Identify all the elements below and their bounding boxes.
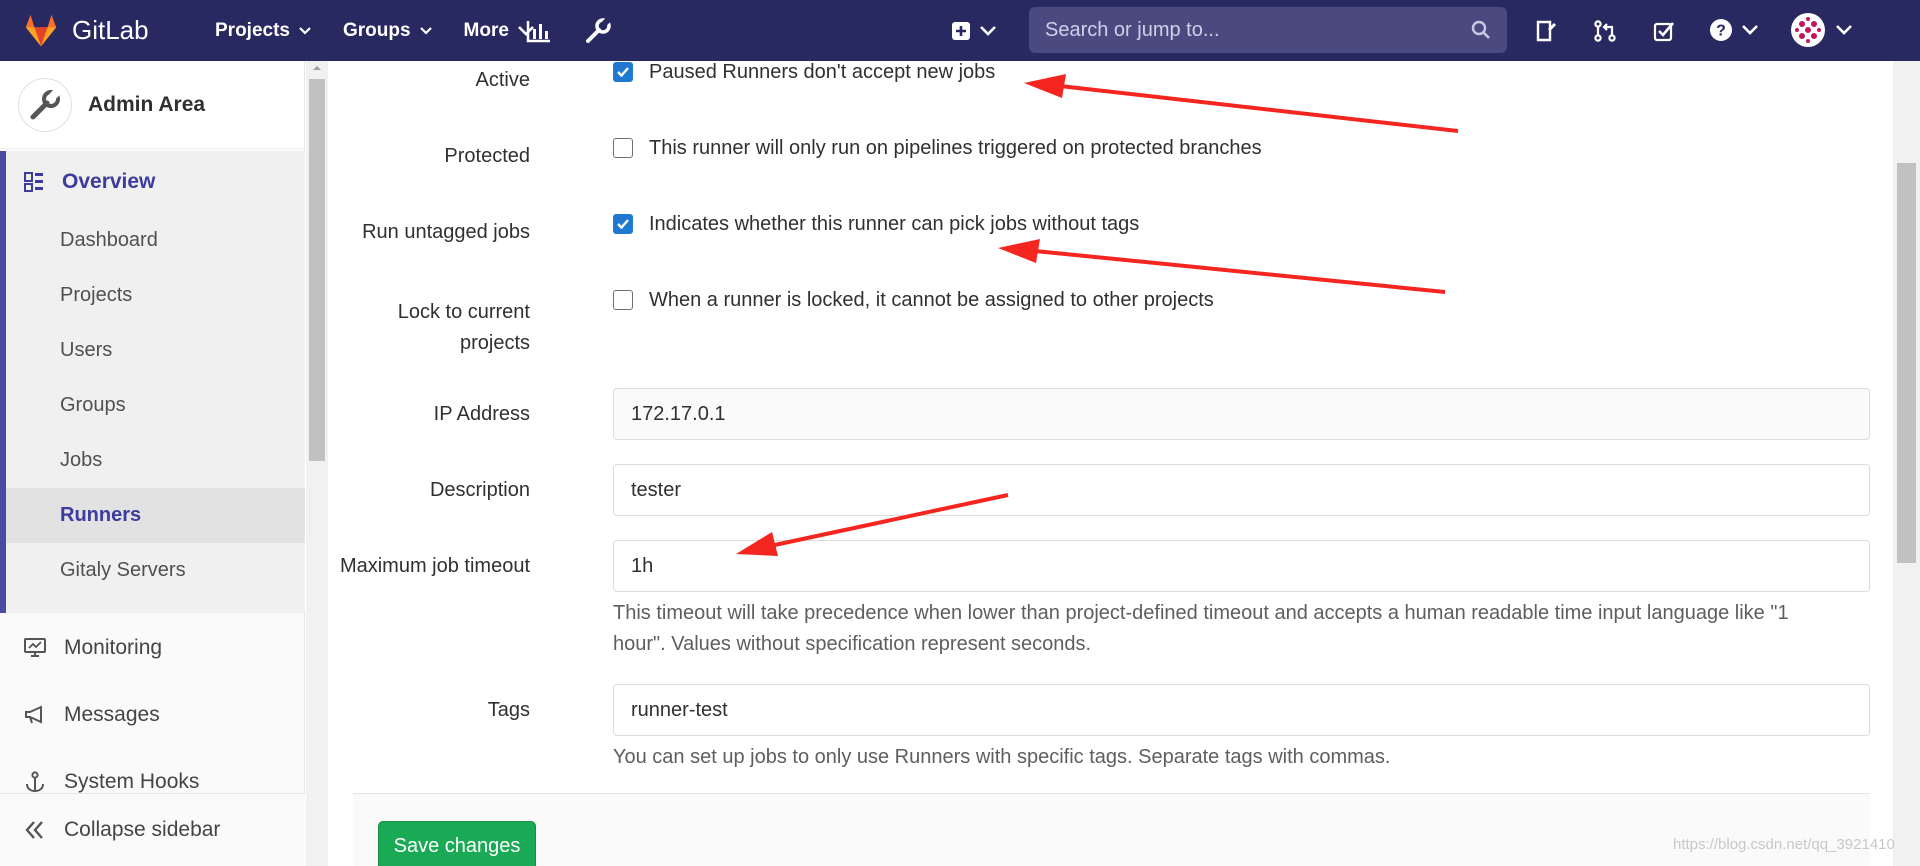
new-item-dropdown[interactable] (949, 19, 999, 43)
protected-checkbox-row[interactable]: This runner will only run on pipelines t… (613, 137, 1262, 160)
sidebar-item-runners[interactable]: Runners (6, 488, 305, 543)
lock-checkbox-text: When a runner is locked, it cannot be as… (649, 289, 1214, 311)
protected-label: Protected (444, 145, 530, 167)
projects-dropdown[interactable]: Projects (215, 20, 312, 42)
todos-icon[interactable] (1532, 17, 1560, 45)
active-checkbox[interactable] (613, 62, 633, 82)
description-label: Description (429, 479, 530, 501)
ip-address-label: IP Address (433, 403, 530, 425)
help-question-icon: ? (1710, 19, 1732, 41)
sidebar-item-messages[interactable]: Messages (0, 687, 305, 742)
merge-requests-icon[interactable] (1591, 17, 1619, 45)
overview-grid-icon (24, 172, 43, 192)
overview-section: Overview Dashboard Projects Users Groups… (0, 151, 305, 613)
collapse-sidebar-button[interactable]: Collapse sidebar (0, 793, 305, 866)
monitor-icon (24, 637, 46, 657)
sidebar-item-monitoring[interactable]: Monitoring (0, 620, 305, 675)
timeout-help-line1: This timeout will take precedence when l… (613, 602, 1789, 624)
projects-label: Projects (215, 19, 290, 41)
search-icon (1471, 20, 1490, 39)
user-avatar (1791, 13, 1825, 47)
megaphone-icon (25, 704, 42, 724)
active-checkbox-row[interactable]: Paused Runners don't accept new jobs (613, 61, 995, 84)
chevron-down-icon (1742, 25, 1758, 35)
top-navbar: GitLab Projects Groups More ? (0, 0, 1920, 61)
max-timeout-input[interactable]: 1h (613, 540, 1870, 592)
active-label: Active (475, 69, 530, 91)
sidebar-scrollbar-thumb[interactable] (309, 79, 325, 461)
overview-label: Overview (62, 170, 156, 193)
chevron-down-icon (980, 26, 996, 36)
search-input[interactable] (1045, 18, 1471, 42)
sidebar-item-jobs[interactable]: Jobs (6, 433, 305, 488)
double-chevron-left-icon (25, 821, 43, 839)
help-dropdown[interactable]: ? (1708, 16, 1760, 44)
gitlab-logo-icon (25, 14, 57, 46)
chevron-down-icon (1836, 25, 1852, 35)
run-untagged-label: Run untagged jobs (362, 221, 530, 243)
chevron-down-icon (299, 26, 311, 35)
tags-label: Tags (487, 699, 530, 721)
lock-checkbox-row[interactable]: When a runner is locked, it cannot be as… (613, 289, 1214, 312)
ip-address-field: 172.17.0.1 (613, 388, 1870, 440)
collapse-sidebar-label: Collapse sidebar (64, 818, 221, 841)
page-scrollbar-thumb[interactable] (1897, 163, 1916, 563)
system-hooks-label: System Hooks (64, 769, 200, 793)
admin-avatar (18, 77, 72, 132)
scroll-up-arrow-icon (313, 66, 321, 70)
lock-checkbox[interactable] (613, 290, 633, 310)
sidebar-title: Admin Area (88, 92, 206, 116)
search-box[interactable] (1029, 7, 1507, 53)
admin-wrench-icon[interactable] (583, 16, 613, 46)
run-untagged-checkbox-text: Indicates whether this runner can pick j… (649, 213, 1140, 235)
more-label: More (463, 19, 509, 41)
max-timeout-label: Maximum job timeout (339, 555, 530, 577)
lock-label-line2: projects (459, 332, 530, 354)
wrench-icon (30, 87, 61, 119)
messages-label: Messages (64, 702, 160, 726)
lock-label-line1: Lock to current (397, 301, 530, 323)
sidebar-header[interactable]: Admin Area (0, 61, 304, 149)
groups-label: Groups (342, 19, 411, 41)
sidebar-item-projects[interactable]: Projects (6, 268, 305, 323)
run-untagged-checkbox[interactable] (613, 214, 633, 234)
page-scrollbar[interactable] (1893, 61, 1920, 866)
issues-check-icon[interactable] (1650, 17, 1678, 45)
activity-chart-icon[interactable] (525, 17, 553, 45)
run-untagged-checkbox-row[interactable]: Indicates whether this runner can pick j… (613, 213, 1139, 236)
plus-square-icon (952, 22, 970, 40)
checkmark-icon (617, 219, 629, 230)
checkmark-icon (617, 67, 629, 78)
sidebar-item-users[interactable]: Users (6, 323, 305, 378)
runner-edit-form: Active Paused Runners don't accept new j… (330, 61, 1890, 866)
protected-checkbox-text: This runner will only run on pipelines t… (649, 137, 1262, 159)
sidebar-item-overview[interactable]: Overview (6, 151, 305, 213)
tags-help-text: You can set up jobs to only use Runners … (613, 746, 1391, 768)
monitoring-label: Monitoring (64, 635, 163, 659)
admin-sidebar: Admin Area Overview Dashboard Projects U… (0, 61, 305, 866)
user-menu-dropdown[interactable] (1791, 13, 1853, 47)
brand-name: GitLab (72, 15, 149, 45)
sidebar-item-gitaly-servers[interactable]: Gitaly Servers (6, 543, 305, 598)
protected-checkbox[interactable] (613, 138, 633, 158)
description-input[interactable]: tester (613, 464, 1870, 516)
form-actions (353, 794, 1870, 866)
sidebar-item-groups[interactable]: Groups (6, 378, 305, 433)
sidebar-scrollbar[interactable] (306, 61, 328, 866)
anchor-icon (26, 770, 44, 792)
watermark-text: https://blog.csdn.net/qq_3921410 (1673, 836, 1895, 853)
svg-text:?: ? (1716, 23, 1726, 40)
lock-label: Lock to current projects (398, 297, 530, 359)
timeout-help-text: This timeout will take precedence when l… (613, 598, 1870, 660)
groups-dropdown[interactable]: Groups (343, 20, 433, 42)
tags-input[interactable]: runner-test (613, 684, 1870, 736)
sidebar-item-dashboard[interactable]: Dashboard (6, 213, 305, 268)
chevron-down-icon (419, 26, 432, 35)
save-changes-button[interactable]: Save changes (378, 821, 536, 866)
timeout-help-line2: hour". Values without specification repr… (613, 633, 1092, 655)
active-checkbox-text: Paused Runners don't accept new jobs (649, 61, 996, 83)
gitlab-home-link[interactable]: GitLab (22, 12, 172, 50)
